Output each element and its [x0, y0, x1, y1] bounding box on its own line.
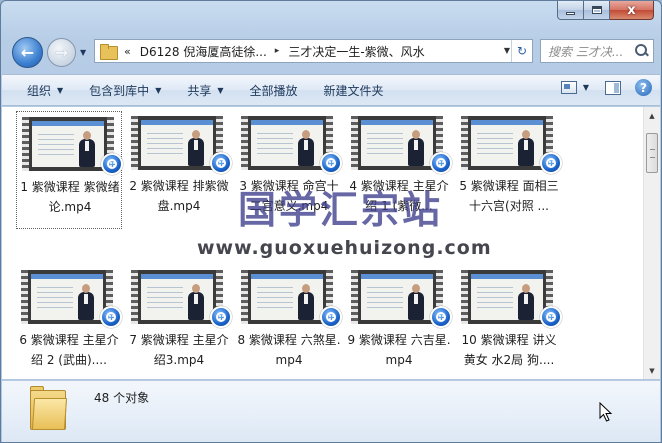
- address-overflow-chevron[interactable]: «: [124, 45, 131, 58]
- file-name: 2 紫微课程 排紫微盘.mp4: [129, 179, 229, 213]
- media-player-icon: [430, 152, 452, 174]
- file-list[interactable]: 1 紫微课程 紫微绪论.mp4 2 紫微课程 排紫微盘.mp4 3 紫微课程 命宫十…: [2, 107, 643, 379]
- file-name: 9 紫微课程 六吉星.mp4: [347, 333, 451, 367]
- forward-button[interactable]: →: [47, 38, 76, 67]
- preview-pane-icon[interactable]: [605, 80, 621, 95]
- breadcrumb-parent[interactable]: D6128 倪海厦高徒徐...: [140, 43, 267, 60]
- play-all-button[interactable]: 全部播放: [250, 82, 298, 99]
- file-item[interactable]: 8 紫微课程 六煞星.mp4: [236, 265, 342, 379]
- file-name: 6 紫微课程 主星介绍 2 (武曲)....: [19, 333, 119, 367]
- file-name: 10 紫微课程 讲义黄女 水2局 狗....: [461, 333, 557, 367]
- change-view-icon[interactable]: [560, 81, 577, 94]
- new-folder-button[interactable]: 新建文件夹: [324, 82, 384, 99]
- search-box[interactable]: 搜索 三才决...: [540, 39, 654, 63]
- file-name: 3 紫微课程 命宫十二宫意义.mp4: [239, 179, 339, 213]
- include-in-library-menu[interactable]: 包含到库中 ▼: [89, 82, 161, 99]
- file-item[interactable]: 7 紫微课程 主星介绍3.mp4: [126, 265, 232, 379]
- address-dropdown-icon[interactable]: ▼: [504, 46, 510, 55]
- chevron-down-icon: ▼: [57, 85, 64, 95]
- file-item[interactable]: 6 紫微课程 主星介绍 2 (武曲)....: [16, 265, 122, 379]
- media-player-icon: [101, 153, 123, 175]
- file-item[interactable]: 5 紫微课程 面相三十六宫(对照 ...: [456, 111, 562, 229]
- refresh-icon: ↻: [516, 44, 528, 58]
- item-count: 48 个对象: [94, 391, 150, 405]
- minimize-icon: [566, 11, 575, 15]
- maximize-button[interactable]: [584, 1, 610, 20]
- media-player-icon: [320, 306, 342, 328]
- maximize-icon: [591, 6, 602, 14]
- forward-arrow-icon: →: [54, 42, 69, 62]
- scroll-down-icon[interactable]: ▼: [644, 362, 660, 379]
- view-controls: ▼ ?: [560, 79, 652, 96]
- view-options-dropdown-icon[interactable]: ▼: [583, 83, 589, 92]
- media-player-icon: [430, 306, 452, 328]
- minimize-button[interactable]: [557, 1, 584, 20]
- organize-label: 组织: [27, 83, 52, 98]
- file-item[interactable]: 2 紫微课程 排紫微盘.mp4: [126, 111, 232, 229]
- file-item[interactable]: 4 紫微课程 主星介绍 1 (紫微...: [346, 111, 452, 229]
- organize-menu[interactable]: 组织 ▼: [27, 82, 63, 99]
- address-bar[interactable]: « D6128 倪海厦高徒徐... ▸ 三才决定一生-紫微、风水 ▼ ↻: [94, 39, 533, 63]
- scrollbar-thumb[interactable]: [646, 133, 658, 173]
- media-player-icon: [320, 152, 342, 174]
- new-folder-label: 新建文件夹: [323, 83, 384, 98]
- folder-icon: [100, 44, 118, 60]
- caption-buttons: x: [557, 1, 654, 20]
- explorer-window: x ← → ▼ « D6128 倪海厦高徒徐... ▸ 三才决定一生-紫微、风水…: [0, 0, 662, 443]
- media-player-icon: [100, 306, 122, 328]
- refresh-button[interactable]: ↻: [511, 40, 532, 62]
- file-name: 4 紫微课程 主星介绍 1 (紫微...: [349, 179, 449, 213]
- file-item[interactable]: 10 紫微课程 讲义黄女 水2局 狗....: [456, 265, 562, 379]
- media-player-icon: [210, 152, 232, 174]
- file-item[interactable]: 3 紫微课程 命宫十二宫意义.mp4: [236, 111, 342, 229]
- vertical-scrollbar[interactable]: ▲ ▼: [643, 107, 660, 379]
- breadcrumb-separator-icon[interactable]: ▸: [275, 46, 280, 56]
- back-button[interactable]: ←: [12, 37, 43, 68]
- back-arrow-icon: ←: [20, 42, 35, 62]
- breadcrumb-current[interactable]: 三才决定一生-紫微、风水: [288, 43, 424, 60]
- scroll-up-icon[interactable]: ▲: [644, 107, 660, 124]
- file-name: 5 紫微课程 面相三十六宫(对照 ...: [459, 179, 559, 213]
- help-icon[interactable]: ?: [635, 79, 652, 96]
- include-in-library-label: 包含到库中: [89, 83, 150, 98]
- close-button[interactable]: x: [610, 1, 654, 20]
- recent-pages-dropdown[interactable]: ▼: [80, 48, 86, 57]
- file-name: 7 紫微课程 主星介绍3.mp4: [129, 333, 229, 367]
- chevron-down-icon: ▼: [155, 85, 162, 95]
- search-icon[interactable]: [632, 42, 650, 60]
- command-bar: 组织 ▼ 包含到库中 ▼ 共享 ▼ 全部播放 新建文件夹 ▼ ?: [2, 74, 660, 106]
- file-name: 8 紫微课程 六煞星.mp4: [237, 333, 341, 367]
- search-input[interactable]: 搜索 三才决...: [548, 43, 632, 60]
- close-icon: x: [627, 2, 636, 18]
- file-item[interactable]: 9 紫微课程 六吉星.mp4: [346, 265, 452, 379]
- file-item[interactable]: 1 紫微课程 紫微绪论.mp4: [16, 111, 123, 229]
- media-player-icon: [540, 306, 562, 328]
- details-pane: 48 个对象: [2, 380, 660, 442]
- file-name: 1 紫微课程 紫微绪论.mp4: [20, 180, 120, 214]
- folder-icon: [30, 384, 68, 430]
- chevron-down-icon: ▼: [217, 85, 224, 95]
- share-label: 共享: [187, 83, 212, 98]
- media-player-icon: [540, 152, 562, 174]
- media-player-icon: [210, 306, 232, 328]
- share-menu[interactable]: 共享 ▼: [187, 82, 223, 99]
- play-all-label: 全部播放: [249, 83, 298, 98]
